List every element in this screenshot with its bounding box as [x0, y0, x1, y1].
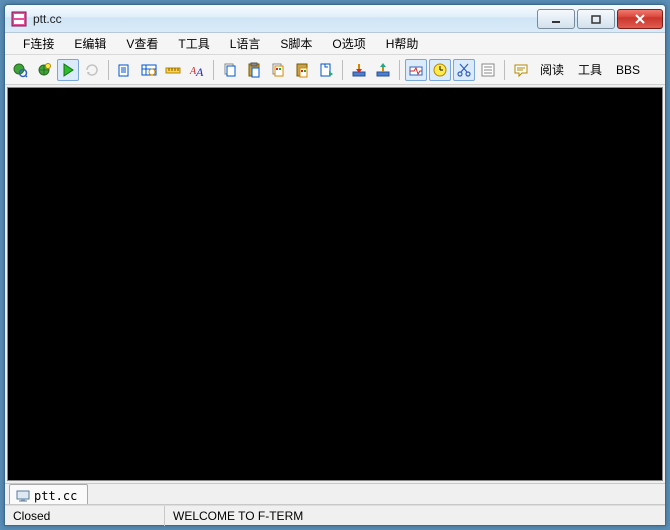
- anti-idle-icon[interactable]: [405, 59, 427, 81]
- ruler-icon[interactable]: [162, 59, 184, 81]
- menu-options[interactable]: O选项: [322, 33, 375, 54]
- statusbar: Closed WELCOME TO F-TERM: [5, 505, 665, 525]
- menu-tools[interactable]: T工具: [168, 33, 219, 54]
- read-button[interactable]: 阅读: [534, 61, 570, 78]
- toolbar-separator: [108, 60, 109, 80]
- menu-language[interactable]: L语言: [220, 33, 271, 54]
- minimize-button[interactable]: [537, 9, 575, 29]
- window-title: ptt.cc: [33, 12, 537, 26]
- toolbar-separator: [504, 60, 505, 80]
- tools-button[interactable]: 工具: [572, 61, 608, 78]
- close-button[interactable]: [617, 9, 663, 29]
- log-icon[interactable]: [114, 59, 136, 81]
- paste-file-icon[interactable]: [315, 59, 337, 81]
- tabbar: ptt.cc: [5, 483, 665, 505]
- menubar: F连接 E编辑 V查看 T工具 L语言 S脚本 O选项 H帮助: [5, 33, 665, 55]
- clock-icon[interactable]: [429, 59, 451, 81]
- color-copy-icon[interactable]: [267, 59, 289, 81]
- menu-edit[interactable]: E编辑: [64, 33, 116, 54]
- view-log-icon[interactable]: [138, 59, 160, 81]
- menu-script[interactable]: S脚本: [270, 33, 322, 54]
- copy-icon[interactable]: [219, 59, 241, 81]
- world-zoom-icon[interactable]: [9, 59, 31, 81]
- terminal-view[interactable]: [7, 87, 663, 481]
- refresh-disabled-icon: [81, 59, 103, 81]
- menu-help[interactable]: H帮助: [376, 33, 429, 54]
- menu-view[interactable]: V查看: [116, 33, 168, 54]
- menu-connect[interactable]: F连接: [13, 33, 64, 54]
- download-icon[interactable]: [348, 59, 370, 81]
- play-icon[interactable]: [57, 59, 79, 81]
- article-list-icon[interactable]: [477, 59, 499, 81]
- svg-text:A: A: [195, 65, 204, 78]
- bbs-button[interactable]: BBS: [610, 63, 646, 77]
- window-controls: [537, 9, 663, 29]
- paste-icon[interactable]: [243, 59, 265, 81]
- titlebar[interactable]: ptt.cc: [5, 5, 665, 33]
- tab-label: ptt.cc: [34, 489, 77, 503]
- status-message: WELCOME TO F-TERM: [165, 506, 311, 526]
- toolbar-separator: [342, 60, 343, 80]
- monitor-icon: [16, 489, 30, 503]
- maximize-button[interactable]: [577, 9, 615, 29]
- message-icon[interactable]: [510, 59, 532, 81]
- app-window: ptt.cc F连接 E编辑 V查看 T工具 L语言 S脚本 O选项 H帮助: [4, 4, 666, 526]
- scissors-icon[interactable]: [453, 59, 475, 81]
- status-state: Closed: [5, 506, 165, 526]
- upload-icon[interactable]: [372, 59, 394, 81]
- color-paste-icon[interactable]: [291, 59, 313, 81]
- app-icon: [11, 11, 27, 27]
- world-connect-icon[interactable]: [33, 59, 55, 81]
- toolbar-separator: [213, 60, 214, 80]
- toolbar: AA 阅读 工具 BBS: [5, 55, 665, 85]
- session-tab[interactable]: ptt.cc: [9, 484, 88, 504]
- font-icon[interactable]: AA: [186, 59, 208, 81]
- toolbar-separator: [399, 60, 400, 80]
